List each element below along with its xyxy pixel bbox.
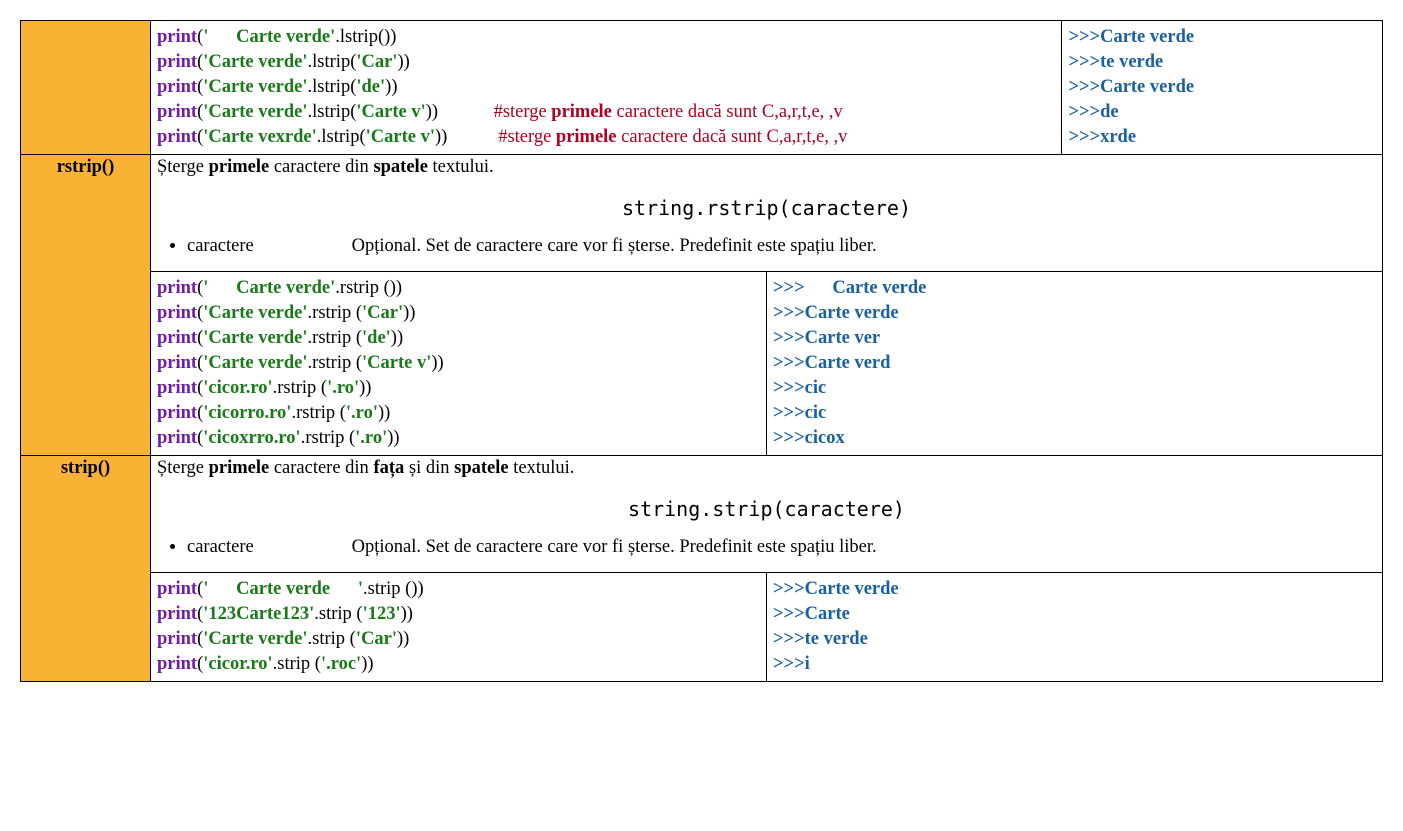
- text: spatele: [373, 157, 427, 177]
- text: spatele: [454, 458, 508, 478]
- rstrip-output: >>> Carte verde>>>Carte verde>>>Carte ve…: [767, 272, 1383, 455]
- code-line: print('cicor.ro'.strip ('.roc')): [157, 652, 760, 677]
- code-line: print('cicor.ro'.rstrip ('.ro')): [157, 376, 760, 401]
- param-desc: Opțional. Set de caractere care vor fi ș…: [352, 236, 877, 256]
- param-item: caractere Opțional. Set de caractere car…: [187, 535, 1376, 560]
- lstrip-code: print(' Carte verde'.lstrip())print('Car…: [151, 21, 1062, 154]
- output-line: >>>Carte ver: [773, 326, 1376, 351]
- output-line: >>>de: [1068, 100, 1376, 125]
- code-line: print(' Carte verde'.lstrip()): [157, 25, 1055, 50]
- text: și din: [404, 458, 454, 478]
- rstrip-code: print(' Carte verde'.rstrip ())print('Ca…: [151, 272, 767, 455]
- code-line: print('123Carte123'.strip ('123')): [157, 602, 760, 627]
- text: primele: [209, 458, 270, 478]
- output-line: >>>te verde: [1068, 50, 1376, 75]
- param-desc: Opțional. Set de caractere care vor fi ș…: [352, 537, 877, 557]
- strip-output: >>>Carte verde>>>Carte>>>te verde>>>i: [767, 573, 1383, 681]
- text: primele: [209, 157, 270, 177]
- method-label-lstrip: [21, 21, 151, 155]
- strip-syntax: string.strip(caractere): [157, 479, 1376, 535]
- output-line: >>>Carte verde: [1068, 25, 1376, 50]
- param-item: caractere Opțional. Set de caractere car…: [187, 234, 1376, 259]
- code-line: print('Carte verde'.rstrip ('de')): [157, 326, 760, 351]
- method-label-strip: strip(): [21, 455, 151, 681]
- rstrip-description: Șterge primele caractere din spatele tex…: [151, 154, 1383, 271]
- param-name: caractere: [187, 537, 347, 558]
- code-line: print(' Carte verde '.strip ()): [157, 577, 760, 602]
- code-line: print('Carte verde'.rstrip ('Carte v')): [157, 351, 760, 376]
- strip-description: Șterge primele caractere din fața și din…: [151, 455, 1383, 572]
- output-line: >>>i: [773, 652, 1376, 677]
- output-line: >>>te verde: [773, 627, 1376, 652]
- rstrip-params: caractere Opțional. Set de caractere car…: [187, 234, 1376, 259]
- code-line: print('Carte vexrde'.lstrip('Carte v')) …: [157, 125, 1055, 150]
- code-line: print('cicorro.ro'.rstrip ('.ro')): [157, 401, 760, 426]
- output-line: >>>Carte verde: [773, 301, 1376, 326]
- code-line: print('Carte verde'.lstrip('Carte v')) #…: [157, 100, 1055, 125]
- output-line: >>>xrde: [1068, 125, 1376, 150]
- output-line: >>>cicox: [773, 426, 1376, 451]
- text: Șterge: [157, 458, 209, 478]
- method-label-rstrip: rstrip(): [21, 154, 151, 455]
- rstrip-syntax: string.rstrip(caractere): [157, 178, 1376, 234]
- code-line: print('Carte verde'.strip ('Car')): [157, 627, 760, 652]
- text: textului.: [428, 157, 494, 177]
- code-line: print('Carte verde'.lstrip('Car')): [157, 50, 1055, 75]
- output-line: >>> Carte verde: [773, 276, 1376, 301]
- param-name: caractere: [187, 236, 347, 257]
- output-line: >>>cic: [773, 376, 1376, 401]
- text: Șterge: [157, 157, 209, 177]
- output-line: >>>Carte verd: [773, 351, 1376, 376]
- output-line: >>>Carte verde: [1068, 75, 1376, 100]
- code-line: print('Carte verde'.rstrip ('Car')): [157, 301, 760, 326]
- lstrip-output: >>>Carte verde>>>te verde>>>Carte verde>…: [1062, 21, 1382, 154]
- text: caractere din: [269, 458, 373, 478]
- text: textului.: [509, 458, 575, 478]
- text: caractere din: [269, 157, 373, 177]
- output-line: >>>Carte verde: [773, 577, 1376, 602]
- code-line: print('cicoxrro.ro'.rstrip ('.ro')): [157, 426, 760, 451]
- text: fața: [373, 458, 404, 478]
- output-line: >>>cic: [773, 401, 1376, 426]
- methods-table: print(' Carte verde'.lstrip())print('Car…: [20, 20, 1383, 682]
- strip-code: print(' Carte verde '.strip ())print('12…: [151, 573, 767, 681]
- strip-params: caractere Opțional. Set de caractere car…: [187, 535, 1376, 560]
- code-line: print('Carte verde'.lstrip('de')): [157, 75, 1055, 100]
- code-line: print(' Carte verde'.rstrip ()): [157, 276, 760, 301]
- output-line: >>>Carte: [773, 602, 1376, 627]
